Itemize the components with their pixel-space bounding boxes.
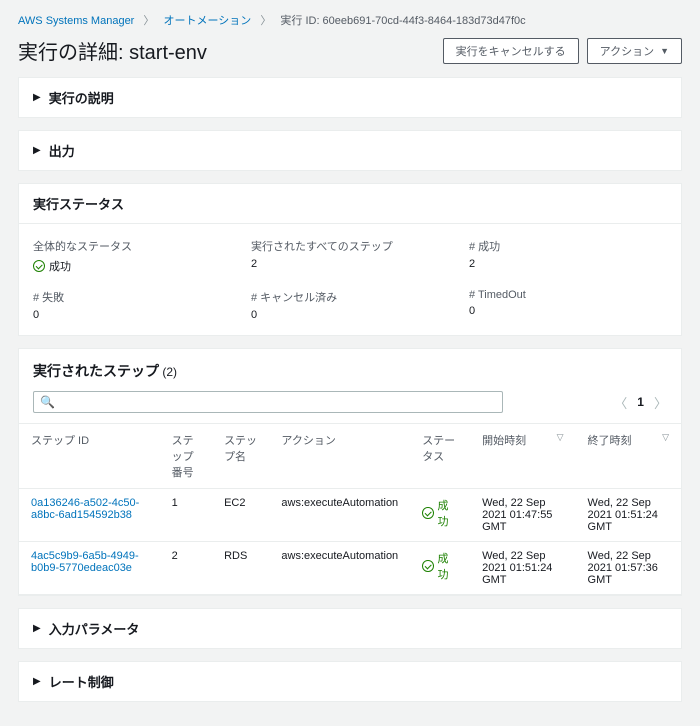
col-start[interactable]: 開始時刻▽ [470, 424, 575, 489]
col-step-name[interactable]: ステップ名 [212, 424, 269, 489]
step-id-link[interactable]: 0a136246-a502-4c50-a8bc-6ad154592b38 [31, 497, 139, 521]
timedout-count-label: # TimedOut [469, 289, 667, 301]
section-rate-control[interactable]: ▶ レート制御 [19, 662, 681, 701]
all-steps-value: 2 [251, 258, 449, 270]
search-icon: 🔍 [40, 395, 55, 409]
cell-end: Wed, 22 Sep 2021 01:51:24 GMT [576, 489, 681, 542]
actions-dropdown[interactable]: アクション ▼ [587, 38, 682, 64]
col-step-num[interactable]: ステップ番号 [160, 424, 212, 489]
sort-icon: ▽ [557, 432, 564, 443]
timedout-count-value: 0 [469, 305, 667, 317]
cell-step-name: RDS [212, 542, 269, 595]
section-input-params[interactable]: ▶ 入力パラメータ [19, 609, 681, 648]
all-steps-label: 実行されたすべてのステップ [251, 238, 449, 254]
actions-label: アクション [600, 43, 654, 59]
breadcrumb: AWS Systems Manager 〉 オートメーション 〉 実行 ID: … [18, 12, 682, 28]
cell-end: Wed, 22 Sep 2021 01:57:36 GMT [576, 542, 681, 595]
prev-page-button[interactable]: 〈 [614, 393, 627, 412]
col-step-id[interactable]: ステップ ID [19, 424, 160, 489]
section-description[interactable]: ▶ 実行の説明 [19, 78, 681, 117]
cancelled-count-label: # キャンセル済み [251, 289, 449, 305]
cell-step-num: 1 [160, 489, 212, 542]
chevron-right-icon: ▶ [33, 676, 41, 687]
sort-icon: ▽ [662, 432, 669, 443]
page-number: 1 [637, 395, 644, 409]
failed-count-value: 0 [33, 309, 231, 321]
breadcrumb-root[interactable]: AWS Systems Manager [18, 15, 134, 27]
cancelled-count-value: 0 [251, 309, 449, 321]
cell-status: 成功 [410, 542, 470, 595]
success-icon [422, 560, 433, 572]
failed-count-label: # 失敗 [33, 289, 231, 305]
page-title: 実行の詳細: start-env [18, 36, 435, 65]
section-output-title: 出力 [49, 141, 75, 160]
step-id-link[interactable]: 4ac5c9b9-6a5b-4949-b0b9-5770edeac03e [31, 550, 139, 574]
cell-step-num: 2 [160, 542, 212, 595]
section-description-title: 実行の説明 [49, 88, 114, 107]
chevron-right-icon: ▶ [33, 92, 41, 103]
section-steps-title: 実行されたステップ [33, 363, 159, 379]
overall-status-label: 全体的なステータス [33, 238, 231, 254]
breadcrumb-current: 実行 ID: 60eeb691-70cd-44f3-8464-183d73d47… [280, 15, 525, 27]
table-row: 4ac5c9b9-6a5b-4949-b0b9-5770edeac03e 2RDS… [19, 542, 681, 595]
breadcrumb-automation[interactable]: オートメーション [163, 15, 251, 27]
chevron-right-icon: ▶ [33, 145, 41, 156]
col-end[interactable]: 終了時刻▽ [576, 424, 681, 489]
success-count-label: # 成功 [469, 238, 667, 254]
success-icon [422, 507, 433, 519]
chevron-right-icon: 〉 [143, 12, 154, 28]
search-input-wrapper[interactable]: 🔍 [33, 391, 503, 413]
search-input[interactable] [59, 396, 496, 408]
section-input-title: 入力パラメータ [49, 619, 140, 638]
chevron-right-icon: 〉 [260, 12, 271, 28]
cell-step-name: EC2 [212, 489, 269, 542]
section-rate-title: レート制御 [49, 672, 114, 691]
caret-down-icon: ▼ [660, 46, 669, 56]
pagination: 〈 1 〉 [614, 393, 667, 412]
overall-status-value: 成功 [33, 258, 71, 274]
next-page-button[interactable]: 〉 [654, 393, 667, 412]
col-action[interactable]: アクション [269, 424, 410, 489]
cell-status: 成功 [410, 489, 470, 542]
chevron-right-icon: ▶ [33, 623, 41, 634]
table-row: 0a136246-a502-4c50-a8bc-6ad154592b38 1EC2… [19, 489, 681, 542]
section-status: 実行ステータス [19, 184, 681, 223]
section-output[interactable]: ▶ 出力 [19, 131, 681, 170]
cell-start: Wed, 22 Sep 2021 01:47:55 GMT [470, 489, 575, 542]
steps-count: (2) [162, 365, 177, 379]
cell-action: aws:executeAutomation [269, 489, 410, 542]
success-count-value: 2 [469, 258, 667, 270]
success-icon [33, 260, 45, 272]
cell-start: Wed, 22 Sep 2021 01:51:24 GMT [470, 542, 575, 595]
cell-action: aws:executeAutomation [269, 542, 410, 595]
section-status-title: 実行ステータス [33, 194, 124, 213]
col-status[interactable]: ステータス [410, 424, 470, 489]
steps-table: ステップ ID ステップ番号 ステップ名 アクション ステータス 開始時刻▽ 終… [19, 423, 681, 595]
cancel-execution-button[interactable]: 実行をキャンセルする [443, 38, 579, 64]
